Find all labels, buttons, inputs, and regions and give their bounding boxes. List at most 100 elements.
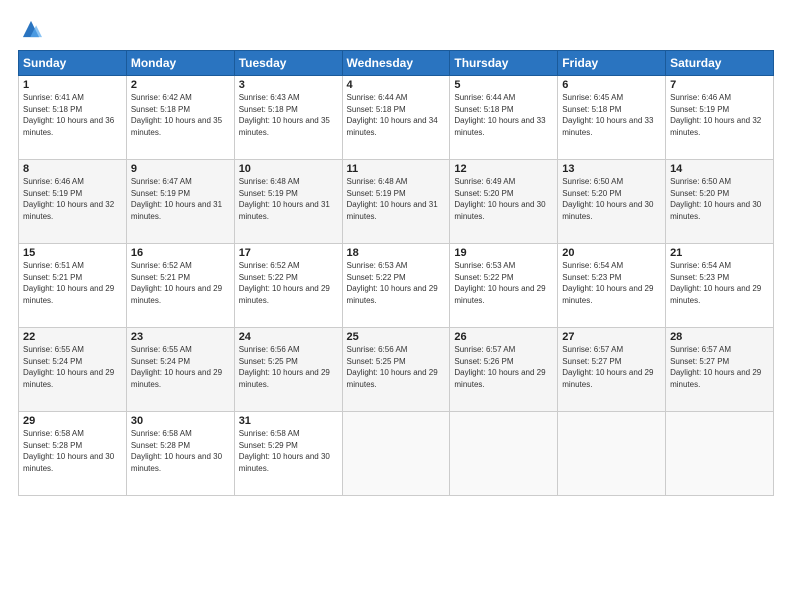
- calendar-week-row: 22 Sunrise: 6:55 AM Sunset: 5:24 PM Dayl…: [19, 328, 774, 412]
- day-info: Sunrise: 6:41 AM Sunset: 5:18 PM Dayligh…: [23, 92, 122, 138]
- calendar-day-cell: 18 Sunrise: 6:53 AM Sunset: 5:22 PM Dayl…: [342, 244, 450, 328]
- calendar-day-cell: 17 Sunrise: 6:52 AM Sunset: 5:22 PM Dayl…: [234, 244, 342, 328]
- calendar-week-row: 1 Sunrise: 6:41 AM Sunset: 5:18 PM Dayli…: [19, 76, 774, 160]
- day-number: 10: [239, 163, 338, 175]
- header-wednesday: Wednesday: [342, 51, 450, 76]
- calendar-day-cell: 10 Sunrise: 6:48 AM Sunset: 5:19 PM Dayl…: [234, 160, 342, 244]
- calendar-week-row: 8 Sunrise: 6:46 AM Sunset: 5:19 PM Dayli…: [19, 160, 774, 244]
- day-info: Sunrise: 6:57 AM Sunset: 5:26 PM Dayligh…: [454, 344, 553, 390]
- day-info: Sunrise: 6:54 AM Sunset: 5:23 PM Dayligh…: [562, 260, 661, 306]
- day-number: 5: [454, 79, 553, 91]
- day-info: Sunrise: 6:57 AM Sunset: 5:27 PM Dayligh…: [670, 344, 769, 390]
- day-info: Sunrise: 6:58 AM Sunset: 5:29 PM Dayligh…: [239, 428, 338, 474]
- day-info: Sunrise: 6:44 AM Sunset: 5:18 PM Dayligh…: [454, 92, 553, 138]
- calendar-day-cell: 8 Sunrise: 6:46 AM Sunset: 5:19 PM Dayli…: [19, 160, 127, 244]
- calendar-day-cell: 21 Sunrise: 6:54 AM Sunset: 5:23 PM Dayl…: [666, 244, 774, 328]
- day-number: 17: [239, 247, 338, 259]
- day-number: 6: [562, 79, 661, 91]
- day-info: Sunrise: 6:50 AM Sunset: 5:20 PM Dayligh…: [670, 176, 769, 222]
- day-number: 22: [23, 331, 122, 343]
- days-header-row: Sunday Monday Tuesday Wednesday Thursday…: [19, 51, 774, 76]
- calendar-day-cell: 26 Sunrise: 6:57 AM Sunset: 5:26 PM Dayl…: [450, 328, 558, 412]
- day-info: Sunrise: 6:53 AM Sunset: 5:22 PM Dayligh…: [454, 260, 553, 306]
- day-number: 20: [562, 247, 661, 259]
- day-number: 25: [347, 331, 446, 343]
- day-number: 14: [670, 163, 769, 175]
- day-number: 16: [131, 247, 230, 259]
- calendar-week-row: 15 Sunrise: 6:51 AM Sunset: 5:21 PM Dayl…: [19, 244, 774, 328]
- day-number: 18: [347, 247, 446, 259]
- calendar-day-cell: 25 Sunrise: 6:56 AM Sunset: 5:25 PM Dayl…: [342, 328, 450, 412]
- logo: [18, 18, 42, 40]
- calendar-table: Sunday Monday Tuesday Wednesday Thursday…: [18, 50, 774, 496]
- calendar-day-cell: 5 Sunrise: 6:44 AM Sunset: 5:18 PM Dayli…: [450, 76, 558, 160]
- day-info: Sunrise: 6:48 AM Sunset: 5:19 PM Dayligh…: [239, 176, 338, 222]
- calendar-day-cell: [558, 412, 666, 496]
- header-tuesday: Tuesday: [234, 51, 342, 76]
- day-number: 8: [23, 163, 122, 175]
- calendar-week-row: 29 Sunrise: 6:58 AM Sunset: 5:28 PM Dayl…: [19, 412, 774, 496]
- header-sunday: Sunday: [19, 51, 127, 76]
- day-info: Sunrise: 6:58 AM Sunset: 5:28 PM Dayligh…: [23, 428, 122, 474]
- day-number: 29: [23, 415, 122, 427]
- calendar-day-cell: 20 Sunrise: 6:54 AM Sunset: 5:23 PM Dayl…: [558, 244, 666, 328]
- day-number: 12: [454, 163, 553, 175]
- calendar-day-cell: 24 Sunrise: 6:56 AM Sunset: 5:25 PM Dayl…: [234, 328, 342, 412]
- calendar-day-cell: 3 Sunrise: 6:43 AM Sunset: 5:18 PM Dayli…: [234, 76, 342, 160]
- calendar-day-cell: 9 Sunrise: 6:47 AM Sunset: 5:19 PM Dayli…: [126, 160, 234, 244]
- calendar-day-cell: 1 Sunrise: 6:41 AM Sunset: 5:18 PM Dayli…: [19, 76, 127, 160]
- header-thursday: Thursday: [450, 51, 558, 76]
- day-number: 30: [131, 415, 230, 427]
- calendar-day-cell: 2 Sunrise: 6:42 AM Sunset: 5:18 PM Dayli…: [126, 76, 234, 160]
- day-info: Sunrise: 6:49 AM Sunset: 5:20 PM Dayligh…: [454, 176, 553, 222]
- calendar-day-cell: 13 Sunrise: 6:50 AM Sunset: 5:20 PM Dayl…: [558, 160, 666, 244]
- day-number: 13: [562, 163, 661, 175]
- calendar-day-cell: 4 Sunrise: 6:44 AM Sunset: 5:18 PM Dayli…: [342, 76, 450, 160]
- calendar-page: Sunday Monday Tuesday Wednesday Thursday…: [0, 0, 792, 612]
- header: [18, 18, 774, 40]
- header-friday: Friday: [558, 51, 666, 76]
- calendar-day-cell: 27 Sunrise: 6:57 AM Sunset: 5:27 PM Dayl…: [558, 328, 666, 412]
- day-number: 19: [454, 247, 553, 259]
- day-number: 31: [239, 415, 338, 427]
- day-info: Sunrise: 6:50 AM Sunset: 5:20 PM Dayligh…: [562, 176, 661, 222]
- day-number: 4: [347, 79, 446, 91]
- day-number: 15: [23, 247, 122, 259]
- day-number: 11: [347, 163, 446, 175]
- day-info: Sunrise: 6:52 AM Sunset: 5:21 PM Dayligh…: [131, 260, 230, 306]
- calendar-day-cell: 6 Sunrise: 6:45 AM Sunset: 5:18 PM Dayli…: [558, 76, 666, 160]
- calendar-day-cell: [342, 412, 450, 496]
- day-info: Sunrise: 6:45 AM Sunset: 5:18 PM Dayligh…: [562, 92, 661, 138]
- day-info: Sunrise: 6:54 AM Sunset: 5:23 PM Dayligh…: [670, 260, 769, 306]
- day-info: Sunrise: 6:56 AM Sunset: 5:25 PM Dayligh…: [239, 344, 338, 390]
- calendar-day-cell: 11 Sunrise: 6:48 AM Sunset: 5:19 PM Dayl…: [342, 160, 450, 244]
- calendar-day-cell: 7 Sunrise: 6:46 AM Sunset: 5:19 PM Dayli…: [666, 76, 774, 160]
- day-number: 2: [131, 79, 230, 91]
- logo-icon: [20, 18, 42, 40]
- day-info: Sunrise: 6:56 AM Sunset: 5:25 PM Dayligh…: [347, 344, 446, 390]
- calendar-day-cell: 12 Sunrise: 6:49 AM Sunset: 5:20 PM Dayl…: [450, 160, 558, 244]
- header-saturday: Saturday: [666, 51, 774, 76]
- day-info: Sunrise: 6:58 AM Sunset: 5:28 PM Dayligh…: [131, 428, 230, 474]
- calendar-day-cell: 19 Sunrise: 6:53 AM Sunset: 5:22 PM Dayl…: [450, 244, 558, 328]
- header-monday: Monday: [126, 51, 234, 76]
- calendar-day-cell: 31 Sunrise: 6:58 AM Sunset: 5:29 PM Dayl…: [234, 412, 342, 496]
- day-info: Sunrise: 6:42 AM Sunset: 5:18 PM Dayligh…: [131, 92, 230, 138]
- day-number: 21: [670, 247, 769, 259]
- day-info: Sunrise: 6:55 AM Sunset: 5:24 PM Dayligh…: [131, 344, 230, 390]
- calendar-day-cell: [666, 412, 774, 496]
- calendar-day-cell: 14 Sunrise: 6:50 AM Sunset: 5:20 PM Dayl…: [666, 160, 774, 244]
- day-info: Sunrise: 6:47 AM Sunset: 5:19 PM Dayligh…: [131, 176, 230, 222]
- day-number: 7: [670, 79, 769, 91]
- day-info: Sunrise: 6:46 AM Sunset: 5:19 PM Dayligh…: [670, 92, 769, 138]
- day-number: 24: [239, 331, 338, 343]
- calendar-day-cell: 30 Sunrise: 6:58 AM Sunset: 5:28 PM Dayl…: [126, 412, 234, 496]
- day-info: Sunrise: 6:55 AM Sunset: 5:24 PM Dayligh…: [23, 344, 122, 390]
- day-number: 28: [670, 331, 769, 343]
- day-number: 1: [23, 79, 122, 91]
- day-number: 26: [454, 331, 553, 343]
- day-info: Sunrise: 6:53 AM Sunset: 5:22 PM Dayligh…: [347, 260, 446, 306]
- calendar-day-cell: [450, 412, 558, 496]
- calendar-day-cell: 16 Sunrise: 6:52 AM Sunset: 5:21 PM Dayl…: [126, 244, 234, 328]
- day-info: Sunrise: 6:51 AM Sunset: 5:21 PM Dayligh…: [23, 260, 122, 306]
